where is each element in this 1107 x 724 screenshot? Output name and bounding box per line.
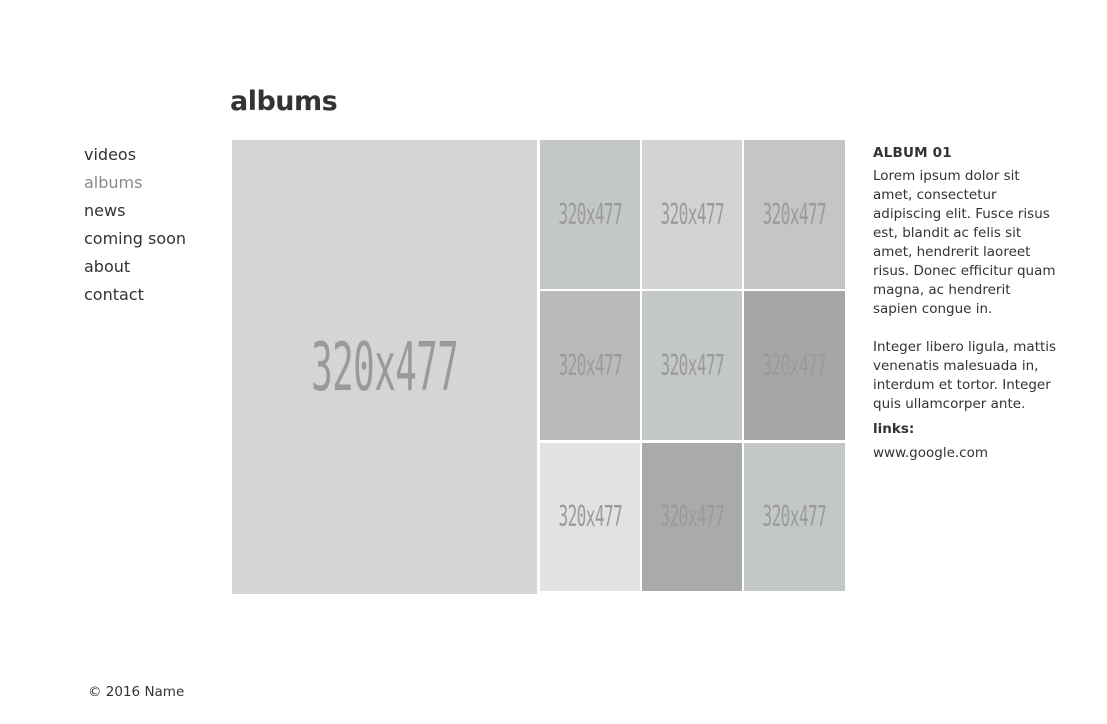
nav-link-videos[interactable]: videos — [84, 145, 136, 164]
thumbnail-image[interactable]: 320x477 — [744, 291, 845, 440]
album-gallery: 320x477 320x477 320x477 320x477 320x477 … — [232, 140, 845, 594]
page-title: albums — [230, 86, 338, 117]
album-info: ALBUM 01 Lorem ipsum dolor sit amet, con… — [873, 144, 1058, 463]
thumbnail-label: 320x477 — [558, 349, 622, 382]
album-description-2: Integer libero ligula, mattis venenatis … — [873, 339, 1057, 412]
thumbnail-image[interactable]: 320x477 — [744, 140, 845, 289]
album-title: ALBUM 01 — [873, 145, 952, 161]
thumbnail-image[interactable]: 320x477 — [744, 443, 845, 591]
thumbnail-label: 320x477 — [558, 198, 622, 231]
nav-item-albums: albums — [84, 170, 186, 198]
thumbnail-image[interactable]: 320x477 — [642, 443, 742, 591]
nav-link-contact[interactable]: contact — [84, 285, 144, 304]
page-root: albums videos albums news coming soon ab… — [0, 0, 1107, 724]
links-label: links: — [873, 421, 915, 437]
nav-link-news[interactable]: news — [84, 201, 125, 220]
thumbnail-image[interactable]: 320x477 — [540, 291, 640, 440]
nav-item-news: news — [84, 198, 186, 226]
thumbnail-label: 320x477 — [762, 500, 827, 534]
thumbnail-image[interactable]: 320x477 — [540, 140, 640, 289]
main-nav: videos albums news coming soon about con… — [84, 142, 186, 310]
featured-image-label: 320x477 — [310, 327, 459, 407]
featured-image[interactable]: 320x477 — [232, 140, 537, 594]
external-link[interactable]: www.google.com — [873, 445, 988, 461]
nav-link-albums[interactable]: albums — [84, 173, 142, 192]
nav-link-about[interactable]: about — [84, 257, 130, 276]
nav-item-contact: contact — [84, 282, 186, 310]
thumbnail-label: 320x477 — [762, 349, 827, 382]
thumbnail-image[interactable]: 320x477 — [642, 291, 742, 440]
nav-item-videos: videos — [84, 142, 186, 170]
thumbnail-label: 320x477 — [558, 500, 622, 534]
thumbnail-label: 320x477 — [660, 198, 724, 231]
thumbnail-image[interactable]: 320x477 — [540, 443, 640, 591]
thumbnail-label: 320x477 — [660, 349, 724, 382]
thumbnail-label: 320x477 — [660, 500, 724, 534]
nav-item-coming-soon: coming soon — [84, 226, 186, 254]
thumbnail-image[interactable]: 320x477 — [642, 140, 742, 289]
thumbnail-label: 320x477 — [762, 198, 827, 231]
nav-item-about: about — [84, 254, 186, 282]
footer-copyright: © 2016 Name — [88, 684, 185, 700]
album-description-1: Lorem ipsum dolor sit amet, consectetur … — [873, 168, 1056, 317]
nav-link-coming-soon[interactable]: coming soon — [84, 229, 186, 248]
